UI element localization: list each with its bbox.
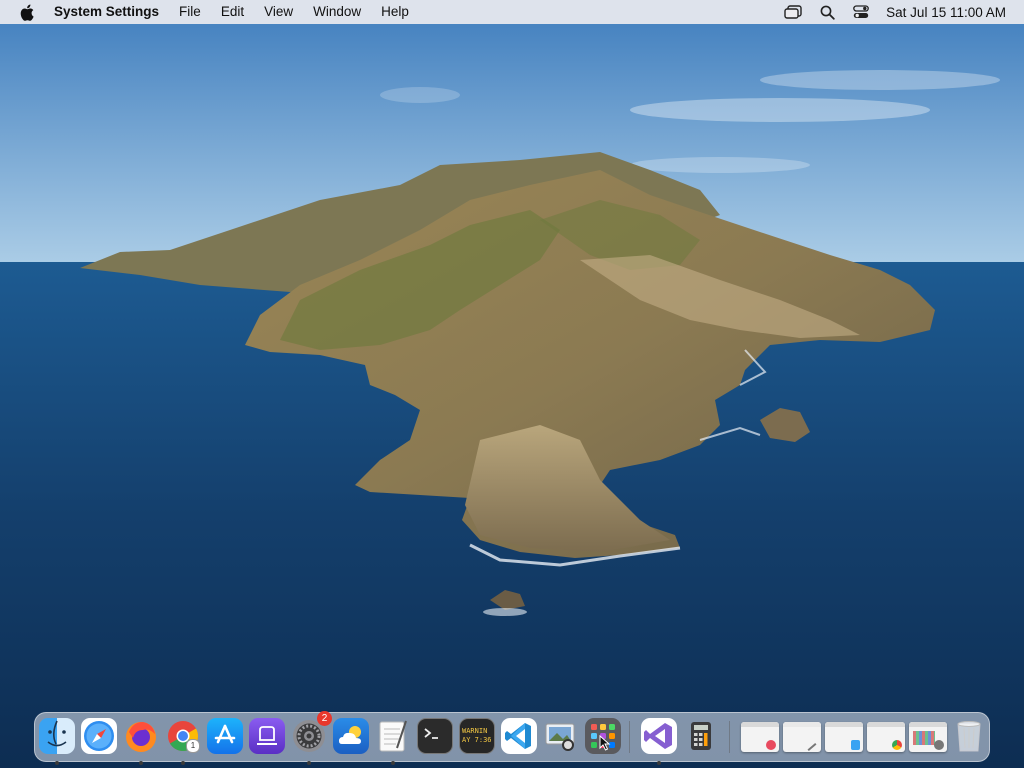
- mouse-cursor-icon: [599, 735, 611, 751]
- minimized-window[interactable]: [741, 722, 779, 752]
- desktop-wallpaper: [0, 0, 1024, 768]
- dock-item-simulator[interactable]: [249, 718, 285, 754]
- dock-item-console[interactable]: WARNIN AY 7:36: [459, 718, 495, 754]
- dock-item-weather[interactable]: [333, 718, 369, 754]
- running-indicator: [657, 761, 661, 765]
- dock-item-finder[interactable]: [39, 718, 75, 765]
- minimized-window[interactable]: [825, 722, 863, 752]
- firefox-icon: [123, 718, 159, 754]
- running-indicator: [139, 761, 143, 765]
- trash-icon: [951, 718, 987, 754]
- minimized-window[interactable]: [909, 722, 947, 752]
- app-store-icon: [207, 718, 243, 754]
- dock-item-visual-studio[interactable]: [641, 718, 677, 765]
- weather-icon: [333, 718, 369, 754]
- dock-separator: [729, 721, 730, 753]
- dock: 1 2 WARNIN AY 7:36: [34, 711, 990, 765]
- launchpad-icon: [585, 718, 621, 754]
- running-indicator: [55, 761, 59, 765]
- dock-item-textedit[interactable]: [375, 718, 411, 765]
- dock-item-safari[interactable]: [81, 718, 117, 754]
- running-indicator: [307, 761, 311, 765]
- chrome-icon: 1: [165, 718, 201, 754]
- stage-manager-icon[interactable]: [782, 0, 804, 24]
- dock-item-calculator[interactable]: [683, 718, 719, 754]
- running-indicator: [181, 761, 185, 765]
- simulator-icon: [249, 718, 285, 754]
- spotlight-search-icon[interactable]: [816, 0, 838, 24]
- control-center-icon[interactable]: [850, 0, 872, 24]
- menu-help[interactable]: Help: [371, 0, 419, 24]
- dock-item-vscode[interactable]: [501, 718, 537, 754]
- menu-edit[interactable]: Edit: [211, 0, 254, 24]
- finder-icon: [39, 718, 75, 754]
- menu-file[interactable]: File: [169, 0, 211, 24]
- notification-badge: 2: [317, 711, 332, 726]
- console-icon-text: WARNIN AY 7:36: [462, 727, 492, 744]
- dock-item-system-settings[interactable]: 2: [291, 711, 332, 765]
- dock-item-launchpad[interactable]: [585, 718, 621, 754]
- minimized-window[interactable]: [783, 722, 821, 752]
- console-icon: WARNIN AY 7:36: [459, 718, 495, 754]
- menu-clock[interactable]: Sat Jul 15 11:00 AM: [886, 5, 1006, 20]
- safari-icon: [81, 718, 117, 754]
- minimized-window[interactable]: [867, 722, 905, 752]
- menu-window[interactable]: Window: [303, 0, 371, 24]
- dock-item-chrome[interactable]: 1: [165, 718, 201, 765]
- menu-bar: System Settings File Edit View Window He…: [0, 0, 1024, 24]
- dock-item-firefox[interactable]: [123, 718, 159, 765]
- calculator-icon: [683, 718, 719, 754]
- dock-item-preview[interactable]: [543, 718, 579, 754]
- menu-view[interactable]: View: [254, 0, 303, 24]
- running-indicator: [391, 761, 395, 765]
- textedit-icon: [375, 718, 411, 754]
- dock-item-app-store[interactable]: [207, 718, 243, 754]
- dock-item-terminal[interactable]: [417, 718, 453, 754]
- dock-item-trash[interactable]: [951, 718, 987, 754]
- terminal-icon: [417, 718, 453, 754]
- menu-app-name[interactable]: System Settings: [50, 0, 169, 24]
- dock-separator: [629, 721, 630, 753]
- visual-studio-icon: [641, 718, 677, 754]
- vscode-icon: [501, 718, 537, 754]
- preview-icon: [543, 718, 579, 754]
- apple-menu-icon[interactable]: [18, 0, 36, 24]
